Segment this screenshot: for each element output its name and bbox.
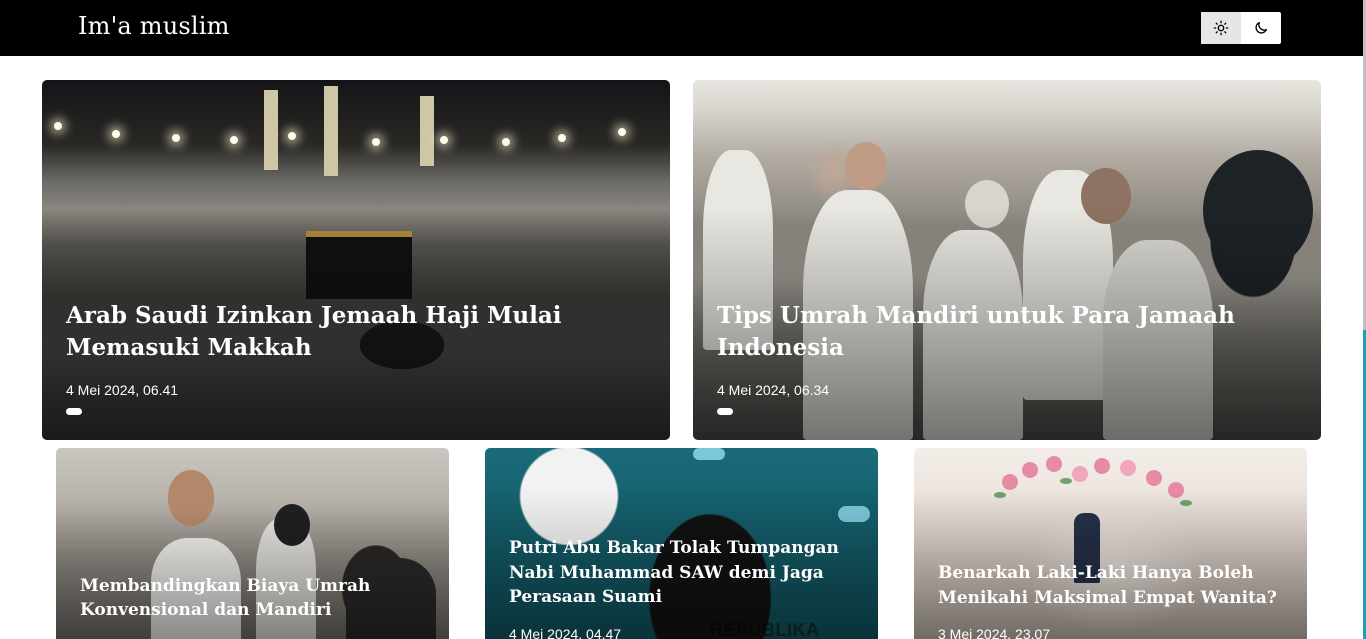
article-card[interactable]: Membandingkan Biaya Umrah Konvensional d… xyxy=(56,448,449,639)
top-navbar: Im'a muslim xyxy=(0,0,1363,56)
featured-article-card[interactable]: Arab Saudi Izinkan Jemaah Haji Mulai Mem… xyxy=(42,80,670,440)
article-date: 4 Mei 2024, 06.41 xyxy=(66,382,179,398)
featured-article-card[interactable]: Tips Umrah Mandiri untuk Para Jamaah Ind… xyxy=(693,80,1321,440)
light-mode-button[interactable] xyxy=(1201,12,1241,44)
dark-mode-button[interactable] xyxy=(1241,12,1281,44)
article-title[interactable]: Tips Umrah Mandiri untuk Para Jamaah Ind… xyxy=(717,300,1307,364)
article-title[interactable]: Membandingkan Biaya Umrah Konvensional d… xyxy=(80,574,430,622)
article-card[interactable]: Benarkah Laki-Laki Hanya Boleh Menikahi … xyxy=(914,448,1307,639)
article-date: 4 Mei 2024, 06.34 xyxy=(717,382,830,398)
category-badge xyxy=(717,408,733,415)
site-brand[interactable]: Im'a muslim xyxy=(78,12,230,40)
article-date: 3 Mei 2024, 23.07 xyxy=(938,626,1051,639)
theme-toggle xyxy=(1201,12,1281,44)
article-card[interactable]: REPUBLIKA Putri Abu Bakar Tolak Tumpanga… xyxy=(485,448,878,639)
article-title[interactable]: Arab Saudi Izinkan Jemaah Haji Mulai Mem… xyxy=(66,300,656,364)
sun-icon xyxy=(1213,20,1229,36)
article-title[interactable]: Benarkah Laki-Laki Hanya Boleh Menikahi … xyxy=(938,561,1288,610)
article-title[interactable]: Putri Abu Bakar Tolak Tumpangan Nabi Muh… xyxy=(509,536,849,610)
image-watermark: REPUBLIKA xyxy=(710,620,820,639)
article-date: 4 Mei 2024, 04.47 xyxy=(509,626,622,639)
category-badge xyxy=(66,408,82,415)
moon-icon xyxy=(1255,22,1267,34)
